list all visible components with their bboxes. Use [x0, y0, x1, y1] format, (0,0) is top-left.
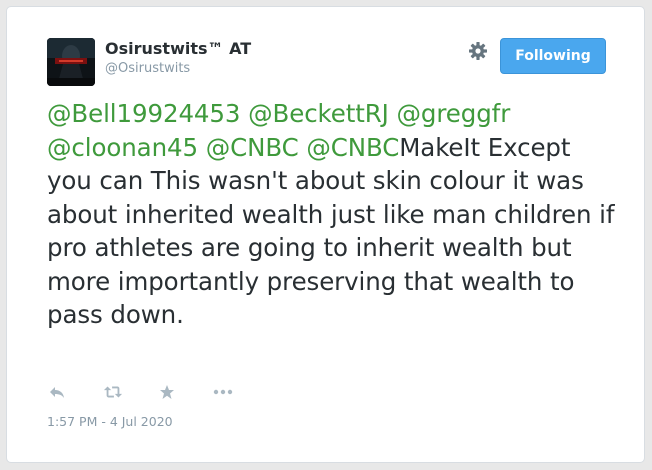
avatar[interactable]	[47, 38, 95, 86]
avatar-image	[47, 38, 95, 86]
tweet-timestamp[interactable]: 1:57 PM - 4 Jul 2020	[47, 414, 173, 429]
mention-link[interactable]: @CNBC	[206, 133, 299, 162]
following-button[interactable]: Following	[500, 38, 606, 74]
reply-icon[interactable]	[47, 382, 67, 402]
tweet-text: @Bell19924453 @BeckettRJ @greggfr @cloon…	[47, 97, 622, 332]
more-icon[interactable]	[213, 382, 233, 402]
mention-link[interactable]: @BeckettRJ	[248, 99, 389, 128]
tweet-card: Osirustwits™ AT @Osirustwits Following @…	[6, 6, 645, 463]
user-handle[interactable]: @Osirustwits	[105, 61, 190, 76]
favorite-icon[interactable]	[157, 382, 177, 402]
retweet-icon[interactable]	[103, 382, 123, 402]
user-display-name[interactable]: Osirustwits™ AT	[105, 39, 251, 58]
mention-link[interactable]: @cloonan45	[47, 133, 198, 162]
gear-icon[interactable]	[467, 40, 489, 62]
tweet-actions	[47, 381, 233, 403]
mention-link[interactable]: @greggfr	[397, 99, 511, 128]
mention-link[interactable]: @Bell19924453	[47, 99, 241, 128]
mention-link[interactable]: @CNBC	[306, 133, 399, 162]
